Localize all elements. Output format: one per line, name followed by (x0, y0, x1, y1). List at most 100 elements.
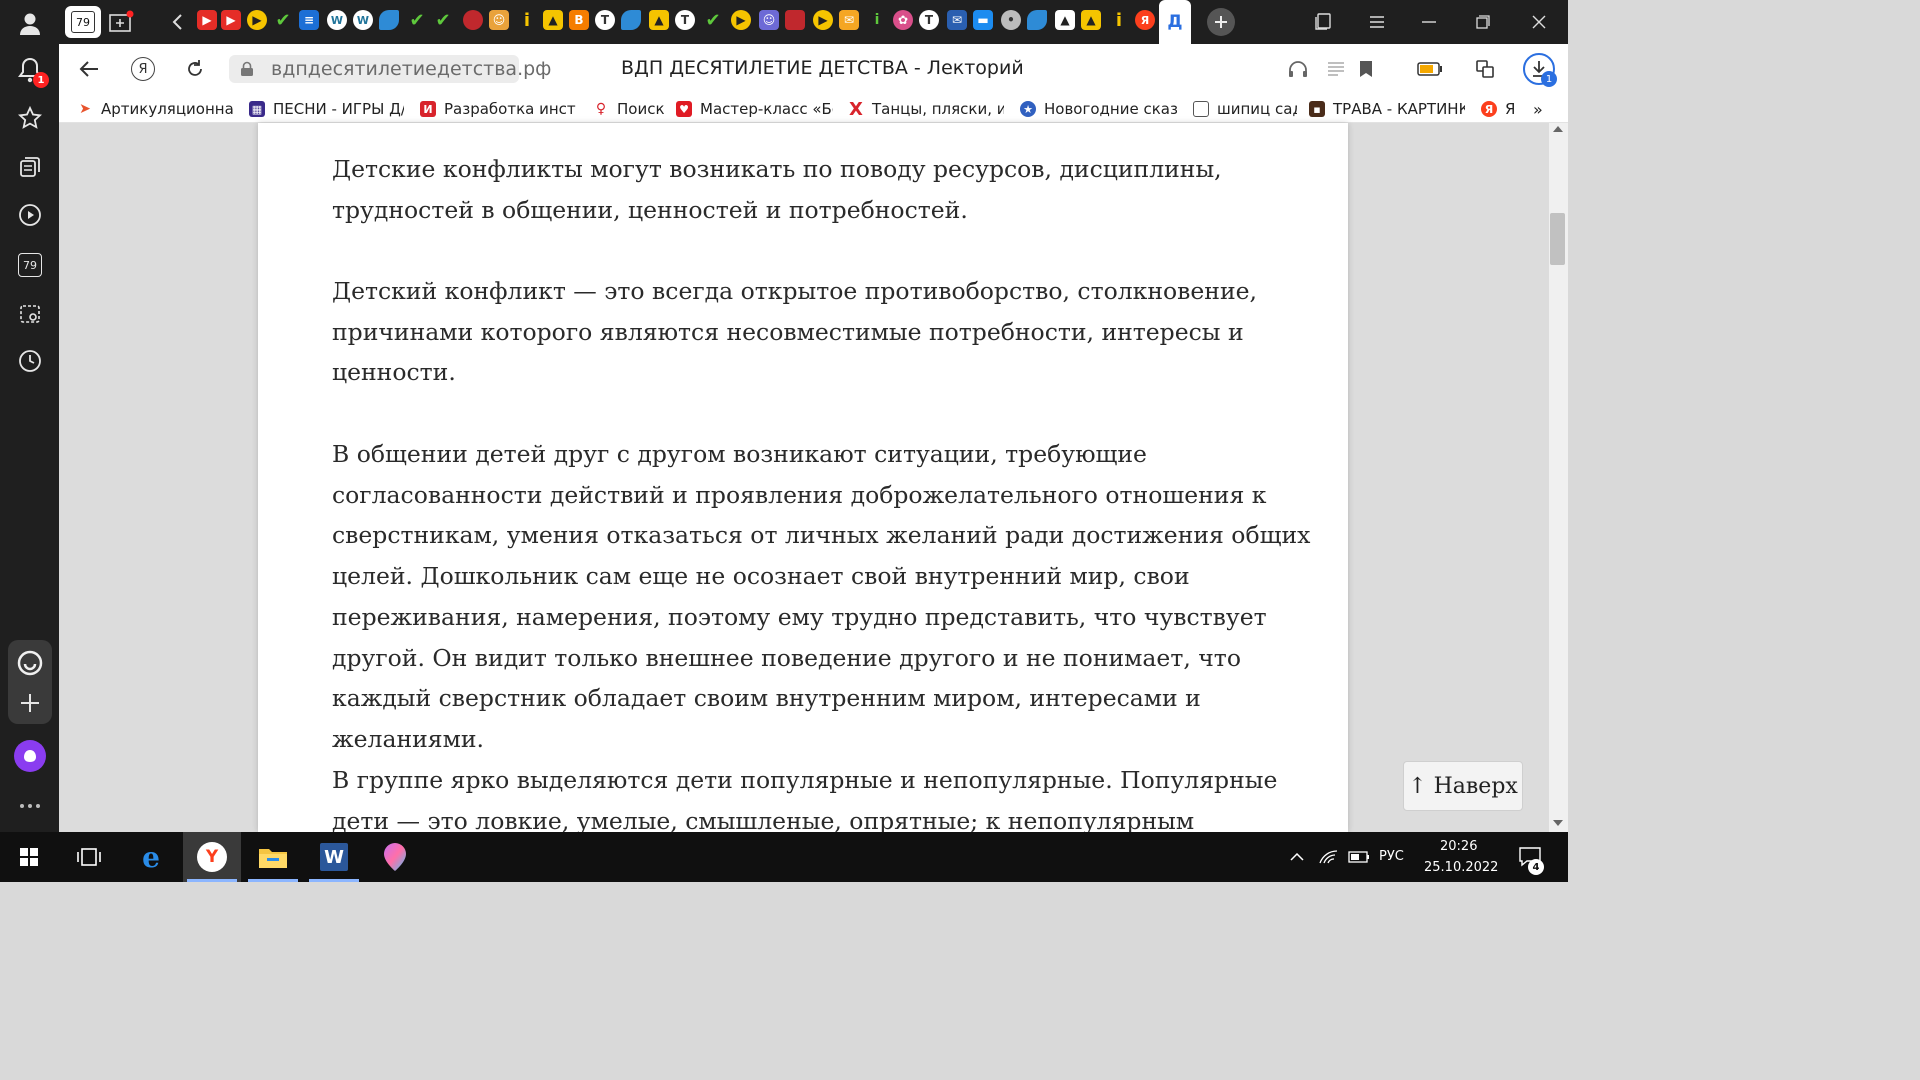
tab-youtube-icon[interactable]: ▶ (197, 10, 217, 30)
new-tab-plus-icon[interactable] (1207, 8, 1235, 36)
tab-mountain-icon[interactable]: ▲ (1055, 10, 1075, 30)
action-center-icon[interactable] (1510, 832, 1550, 882)
reader-mode-icon[interactable] (1322, 55, 1350, 83)
page-scrollbar[interactable] (1549, 123, 1568, 832)
more-dots-icon[interactable] (14, 790, 46, 822)
tab-yandex-icon[interactable]: Я (1135, 10, 1155, 30)
back-arrow-icon[interactable] (75, 55, 103, 83)
file-explorer-icon[interactable] (244, 832, 302, 882)
back-to-top-button[interactable]: ↑ Наверх (1403, 761, 1523, 811)
battery-icon[interactable] (1344, 832, 1374, 882)
tab-t-circle-icon[interactable]: T (675, 10, 695, 30)
yandex-home-icon[interactable]: Я (129, 55, 157, 83)
input-language[interactable]: РУС (1379, 849, 1404, 864)
bookmark-item[interactable]: ➤ Артикуляционная (77, 98, 233, 120)
tab-play-circle-icon[interactable]: ▶ (813, 10, 833, 30)
favorites-star-icon[interactable] (14, 102, 46, 134)
tabs-scroll-left-icon[interactable] (163, 8, 191, 36)
tab-image-icon[interactable]: ▲ (649, 10, 669, 30)
bookmark-item[interactable]: ЯЯ (1481, 98, 1521, 120)
bookmark-item[interactable]: X Танцы, пляски, иг (848, 98, 1004, 120)
bookmark-item[interactable]: шипиц сад (1193, 98, 1297, 120)
battery-saver-icon[interactable] (1416, 55, 1444, 83)
tab-t-circle-icon[interactable]: T (919, 10, 939, 30)
tray-chevron-up-icon[interactable] (1280, 832, 1314, 882)
tab-t-circle-icon[interactable]: T (595, 10, 615, 30)
tab-check-icon[interactable]: ✔ (433, 10, 453, 31)
scroll-down-arrow-icon[interactable] (1553, 820, 1563, 826)
wifi-icon[interactable] (1314, 832, 1344, 882)
word-icon[interactable]: W (305, 832, 363, 882)
lock-icon[interactable] (233, 55, 261, 83)
reload-icon[interactable] (181, 55, 209, 83)
tab-info-green-icon[interactable]: i (867, 10, 887, 30)
tab-counter-button[interactable]: 79 (65, 6, 101, 38)
tab-image-icon[interactable]: ▲ (1081, 10, 1101, 30)
collections-icon[interactable] (14, 151, 46, 183)
screenshot-camera-icon[interactable] (14, 298, 46, 330)
tab-check-icon[interactable]: ✔ (273, 10, 293, 31)
bookmark-label: Танцы, пляски, иг (872, 100, 1004, 118)
bookmark-item[interactable]: ♥ Мастер-класс «Бо (676, 98, 833, 120)
tab-play-circle-icon[interactable]: ▶ (247, 10, 267, 30)
tab-gamepad-icon[interactable]: • (1001, 10, 1021, 30)
tab-wordpress-icon[interactable]: W (327, 10, 347, 30)
tab-envelope-icon[interactable]: ✉ (947, 10, 967, 30)
bookmark-item[interactable]: ▦ ПЕСНИ - ИГРЫ Д/ (249, 98, 404, 120)
windows-start-icon[interactable] (0, 832, 58, 882)
tab-image-icon[interactable]: ▲ (543, 10, 563, 30)
maps-pin-icon[interactable] (366, 832, 424, 882)
restore-window-icon[interactable] (1469, 8, 1497, 36)
tab-wordpress-icon[interactable]: W (353, 10, 373, 30)
url-text[interactable]: вдпдесятилетиедетства.рф (271, 58, 551, 80)
tabs-overview-icon[interactable] (1309, 8, 1337, 36)
task-view-icon[interactable] (60, 832, 118, 882)
tab-check-icon[interactable]: ✔ (703, 10, 723, 31)
tab-feather-icon[interactable] (379, 10, 399, 30)
alice-assistant-icon[interactable] (14, 740, 46, 772)
bookmark-icon[interactable] (1352, 55, 1380, 83)
scroll-up-arrow-icon[interactable] (1553, 126, 1563, 132)
tab-info-icon[interactable]: i (517, 10, 537, 31)
tab-mail-icon[interactable]: ✉ (839, 10, 859, 30)
menu-hamburger-icon[interactable] (1363, 8, 1391, 36)
tab-people-icon[interactable]: ☺ (489, 10, 509, 30)
new-tab-group-icon[interactable] (107, 8, 135, 36)
tab-feather-icon[interactable] (621, 10, 641, 30)
tab-chat-icon[interactable]: ▬ (973, 10, 993, 30)
close-window-icon[interactable] (1525, 8, 1553, 36)
counter-79-icon[interactable]: 79 (14, 249, 46, 281)
add-app-plus-icon[interactable] (14, 687, 46, 719)
bookmark-item[interactable]: И Разработка инстр (420, 98, 576, 120)
tab-blogger-icon[interactable]: B (569, 10, 589, 30)
profile-icon[interactable] (14, 8, 46, 40)
tab-info-icon[interactable]: i (1109, 10, 1129, 31)
tab-shield-icon[interactable]: ≡ (299, 10, 319, 30)
alice-ring-icon[interactable] (14, 647, 46, 679)
yandex-browser-taskbar-icon[interactable]: Y (183, 832, 241, 882)
tab-flower-icon[interactable]: ✿ (893, 10, 913, 30)
edge-browser-icon[interactable]: e (122, 832, 180, 882)
video-play-icon[interactable] (14, 199, 46, 231)
clock-time[interactable]: 20:26 (1440, 839, 1477, 854)
extensions-icon[interactable] (1471, 55, 1499, 83)
tab-avatar-icon[interactable]: ☺ (759, 10, 779, 30)
tab-apple-icon[interactable] (463, 10, 483, 30)
headphones-icon[interactable] (1284, 55, 1312, 83)
bookmark-item[interactable]: ▪ ТРАВА - КАРТИНК (1309, 98, 1465, 120)
bookmark-item[interactable]: ★ Новогодние сказк (1020, 98, 1177, 120)
tab-check-icon[interactable]: ✔ (407, 10, 427, 31)
clock-date[interactable]: 25.10.2022 (1424, 860, 1498, 875)
tab-feather-icon[interactable] (1027, 10, 1047, 30)
scrollbar-thumb[interactable] (1550, 213, 1565, 265)
history-clock-icon[interactable] (14, 345, 46, 377)
tab-car-icon[interactable] (785, 10, 805, 30)
minimize-window-icon[interactable] (1415, 8, 1443, 36)
tab-active[interactable]: Д (1159, 0, 1191, 44)
tab-play-circle-icon[interactable]: ▶ (731, 10, 751, 30)
address-bar: Я вдпдесятилетиедетства.рф ВДП ДЕСЯТИЛЕТ… (59, 44, 1568, 94)
bookmark-item[interactable]: ♀ Поиск (593, 98, 673, 120)
bookmarks-overflow-chevron-icon[interactable]: » (1533, 98, 1553, 120)
tab-youtube-icon[interactable]: ▶ (221, 10, 241, 30)
box-icon: ▪ (1309, 101, 1325, 117)
